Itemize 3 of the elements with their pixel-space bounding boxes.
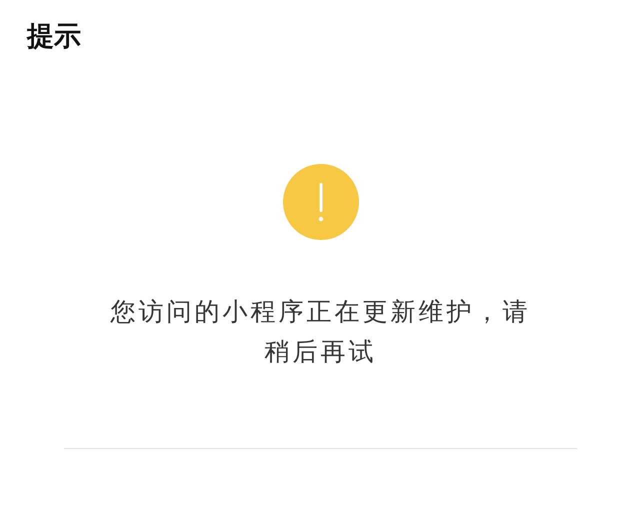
message-text: 您访问的小程序正在更新维护，请稍后再试 <box>110 296 532 368</box>
warning-icon <box>282 164 358 240</box>
dialog-title: 提示 <box>27 20 81 54</box>
